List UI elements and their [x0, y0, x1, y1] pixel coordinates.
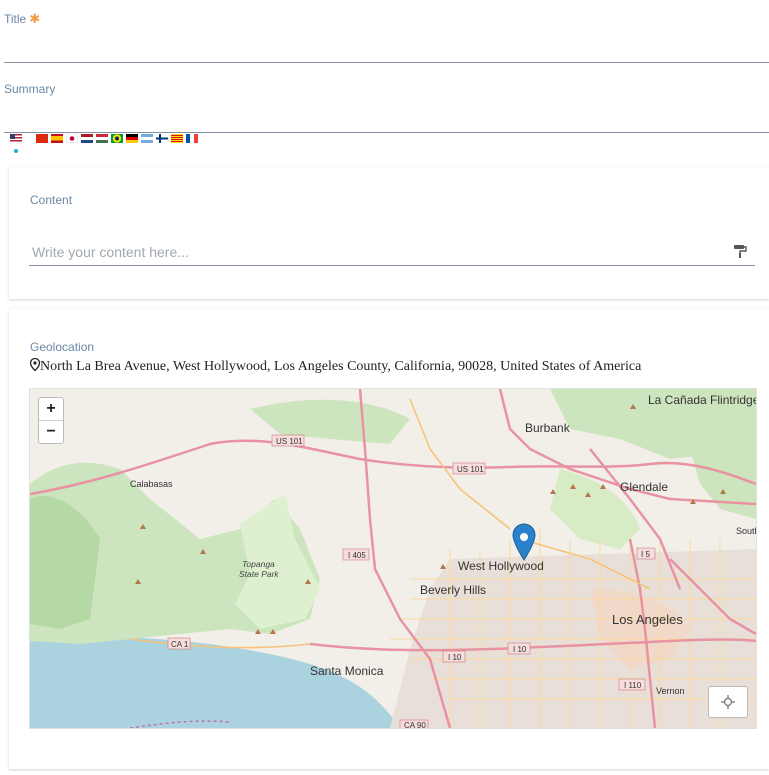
map-tiles: Burbank Glendale La Cañada Flintridge Ca…: [30, 389, 756, 728]
active-language-indicator: [14, 149, 18, 153]
flag-ca-icon[interactable]: [171, 134, 183, 143]
svg-text:US 101: US 101: [457, 465, 484, 474]
zoom-out-button[interactable]: −: [39, 420, 63, 443]
flag-nl-icon[interactable]: [81, 134, 93, 143]
required-asterisk-icon: ✱: [29, 11, 41, 26]
address-text: North La Brea Avenue, West Hollywood, Lo…: [40, 359, 642, 374]
zoom-in-button[interactable]: +: [39, 398, 63, 420]
svg-text:US 101: US 101: [276, 437, 303, 446]
svg-text:CA 1: CA 1: [171, 640, 189, 649]
title-label-text: Title: [4, 12, 27, 26]
map-label-west-hollywood: West Hollywood: [458, 559, 544, 573]
summary-label: Summary: [4, 82, 56, 96]
map-label-south: South: [736, 526, 756, 536]
flag-cn-icon[interactable]: [36, 134, 48, 143]
flag-de-icon[interactable]: [126, 134, 138, 143]
svg-text:I 10: I 10: [513, 645, 527, 654]
svg-text:I 405: I 405: [348, 551, 366, 560]
flag-ar-icon[interactable]: [141, 134, 153, 143]
locate-button[interactable]: [708, 686, 748, 718]
map-label-burbank: Burbank: [525, 421, 571, 435]
flag-hu-icon[interactable]: [96, 134, 108, 143]
flag-jp-icon[interactable]: [66, 134, 78, 143]
map-label-glendale: Glendale: [620, 480, 668, 494]
svg-text:I 10: I 10: [448, 653, 462, 662]
map-label-beverly-hills: Beverly Hills: [420, 583, 486, 597]
svg-text:I 110: I 110: [624, 681, 642, 690]
flag-fr-icon[interactable]: [186, 134, 198, 143]
flag-es-icon[interactable]: [51, 134, 63, 143]
flag-us-icon[interactable]: [10, 134, 22, 143]
map-label-topanga-sp: State Park: [239, 569, 279, 579]
content-label: Content: [30, 193, 73, 207]
content-placeholder: Write your content here...: [32, 244, 189, 260]
map-view[interactable]: Burbank Glendale La Cañada Flintridge Ca…: [29, 388, 757, 729]
language-flags: [10, 134, 198, 143]
map-label-vernon: Vernon: [656, 686, 685, 696]
title-label: Title ✱: [4, 11, 40, 27]
geolocation-card: Geolocation North La Brea Avenue, West H…: [9, 309, 769, 769]
content-card: Content Write your content here...: [9, 167, 769, 299]
paint-roller-icon[interactable]: [733, 244, 747, 258]
flag-br-icon[interactable]: [111, 134, 123, 143]
map-label-calabasas: Calabasas: [130, 479, 173, 489]
crosshair-icon: [721, 695, 735, 709]
map-label-la-canada: La Cañada Flintridge: [648, 393, 756, 407]
map-pin-icon: [29, 357, 41, 372]
title-input[interactable]: [4, 34, 769, 63]
geolocation-label: Geolocation: [30, 340, 95, 354]
flag-fi-icon[interactable]: [156, 134, 168, 143]
svg-text:CA 90: CA 90: [404, 721, 426, 728]
map-label-topanga: Topanga: [242, 559, 275, 569]
summary-input[interactable]: [4, 104, 769, 133]
zoom-control: + −: [38, 397, 64, 444]
content-editor[interactable]: Write your content here...: [29, 238, 755, 266]
svg-text:I 5: I 5: [641, 550, 650, 559]
map-label-los-angeles: Los Angeles: [612, 612, 683, 627]
address-line: North La Brea Avenue, West Hollywood, Lo…: [29, 357, 715, 374]
map-label-santa-monica: Santa Monica: [310, 664, 384, 678]
